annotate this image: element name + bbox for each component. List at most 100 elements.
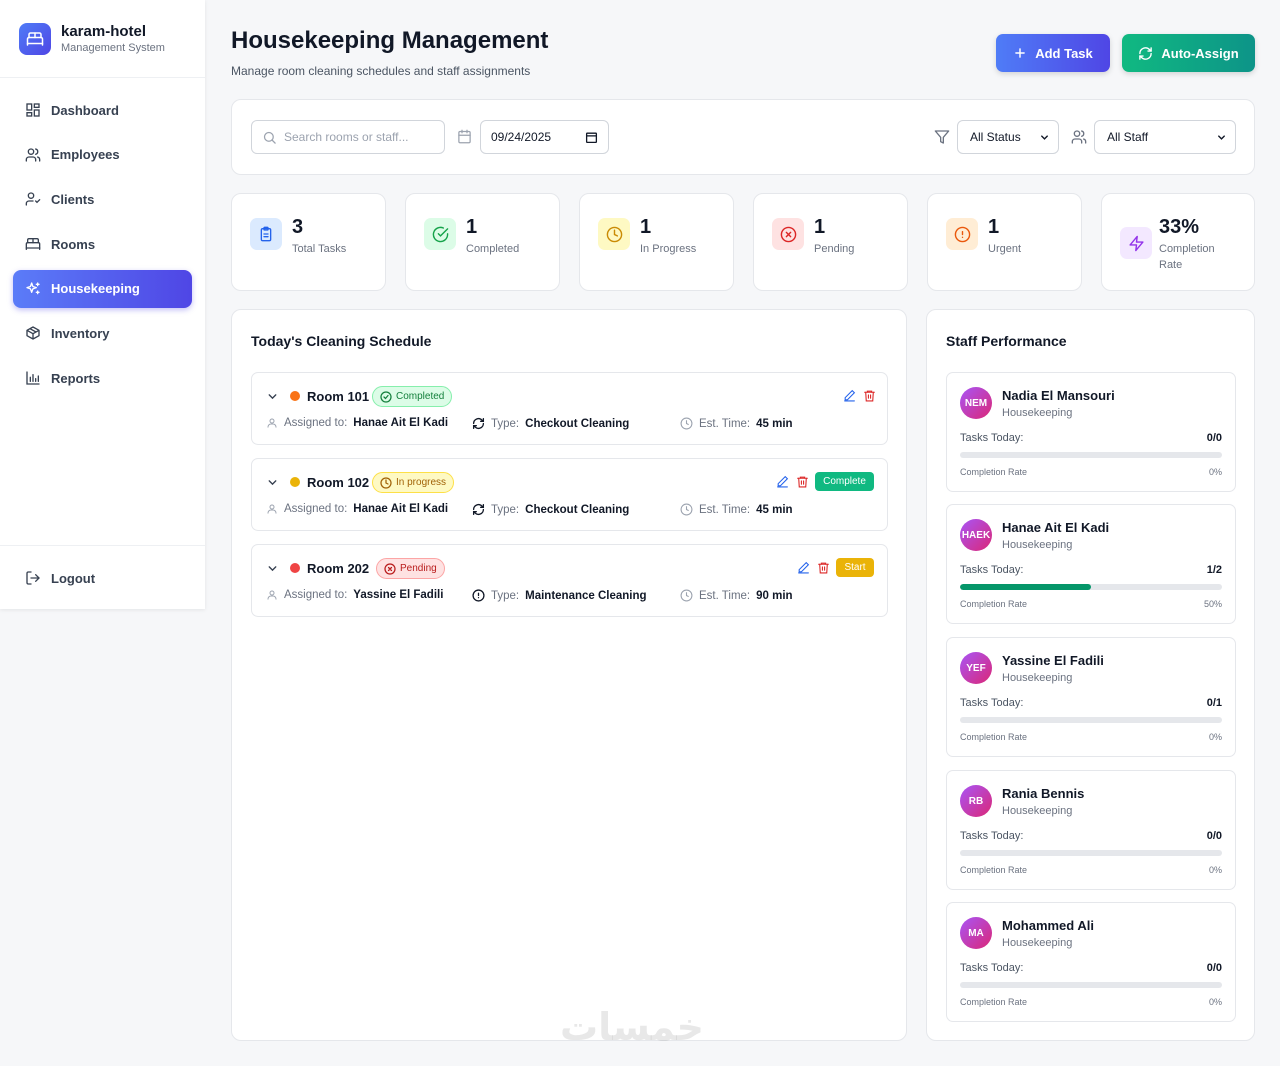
users-icon: [25, 147, 41, 163]
completion-progress-bar: [960, 717, 1222, 723]
task-time: Est. Time: 90 min: [680, 589, 793, 602]
stat-label: Pending: [814, 243, 855, 255]
avatar: HAEK: [960, 519, 992, 551]
avatar: YEF: [960, 652, 992, 684]
nav-item-clients[interactable]: Clients: [13, 180, 192, 218]
search-box: [251, 120, 445, 154]
trash-icon[interactable]: [817, 561, 830, 574]
stat-value: 1: [988, 216, 1000, 238]
page-title: Housekeeping Management: [231, 27, 549, 54]
staff-role: Housekeeping: [1002, 407, 1073, 419]
status-dot: [290, 563, 300, 573]
staff-card: NEM Nadia El Mansouri Housekeeping Tasks…: [946, 372, 1236, 492]
auto-assign-label: Auto-Assign: [1161, 45, 1239, 61]
clipboard-icon: [250, 218, 282, 250]
trash-icon[interactable]: [863, 389, 876, 402]
nav-item-reports[interactable]: Reports: [13, 359, 192, 397]
completion-rate-value: 0%: [1208, 467, 1222, 477]
nav-item-label: Housekeeping: [51, 281, 140, 297]
logout-label: Logout: [51, 570, 96, 586]
stat-value: 1: [814, 216, 826, 238]
tasks-today-value: 0/1: [1206, 697, 1222, 709]
completion-progress-bar: [960, 584, 1222, 590]
time-label: Est. Time:: [699, 503, 751, 516]
brand: karam-hotel Management System: [0, 0, 205, 78]
nav-item-dashboard[interactable]: Dashboard: [13, 91, 192, 129]
type-label: Type:: [491, 503, 520, 516]
nav-item-inventory[interactable]: Inventory: [13, 314, 192, 352]
chevron-down-icon[interactable]: [266, 476, 279, 489]
page-subtitle: Manage room cleaning schedules and staff…: [231, 64, 531, 78]
auto-assign-button[interactable]: Auto-Assign: [1122, 34, 1255, 72]
stat-card-pending: 1 Pending: [753, 193, 908, 291]
complete-button[interactable]: Complete: [815, 472, 874, 491]
refresh-icon: [472, 417, 485, 430]
assigned-label: Assigned to:: [284, 503, 348, 515]
completion-rate-label: Completion Rate: [960, 732, 1028, 742]
date-picker-icon[interactable]: [585, 131, 598, 144]
completion-rate-value: 0%: [1208, 732, 1222, 742]
tasks-today-value: 0/0: [1206, 962, 1222, 974]
search-icon: [262, 130, 277, 145]
chevron-down-icon[interactable]: [266, 390, 279, 403]
stat-label: In Progress: [640, 243, 697, 255]
stat-value: 33%: [1159, 216, 1200, 238]
trash-icon[interactable]: [796, 475, 809, 488]
room-number: Room 102: [307, 475, 370, 490]
chevron-down-icon[interactable]: [266, 562, 279, 575]
status-badge: In progress: [372, 472, 455, 493]
assigned-label: Assigned to:: [284, 589, 348, 601]
date-input[interactable]: 09/24/2025: [480, 120, 609, 154]
start-button[interactable]: Start: [836, 558, 874, 577]
nav-menu: Dashboard Employees Clients Rooms Housek…: [0, 78, 205, 397]
cleaning-schedule-panel: Today's Cleaning Schedule Room 101 Compl…: [231, 309, 907, 1041]
staff-role: Housekeeping: [1002, 805, 1073, 817]
stat-card-total-tasks: 3 Total Tasks: [231, 193, 386, 291]
staff-role: Housekeeping: [1002, 539, 1073, 551]
refresh-icon: [472, 503, 485, 516]
est-time: 45 min: [756, 417, 793, 430]
time-label: Est. Time:: [699, 589, 751, 602]
stat-card-in-progress: 1 In Progress: [579, 193, 734, 291]
tasks-today-value: 1/2: [1206, 564, 1222, 576]
cleaning-type: Checkout Cleaning: [525, 503, 630, 516]
stat-value: 1: [640, 216, 652, 238]
tasks-today-label: Tasks Today:: [960, 564, 1024, 576]
assigned-name: Hanae Ait El Kadi: [353, 417, 449, 429]
staff-role: Housekeeping: [1002, 672, 1073, 684]
task-assigned: Assigned to: Hanae Ait El Kadi: [266, 417, 448, 429]
edit-icon[interactable]: [776, 475, 789, 488]
clock-icon: [680, 589, 693, 602]
nav-item-label: Inventory: [51, 325, 110, 341]
staff-title: Staff Performance: [946, 333, 1067, 349]
staff-name: Hanae Ait El Kadi: [1002, 520, 1110, 535]
tasks-today-label: Tasks Today:: [960, 830, 1024, 842]
status-badge: Completed: [372, 386, 453, 407]
search-input[interactable]: [284, 130, 434, 144]
nav-item-employees[interactable]: Employees: [13, 136, 192, 174]
logout-button[interactable]: Logout: [13, 559, 192, 597]
completion-rate-value: 0%: [1208, 997, 1222, 1007]
tasks-today-label: Tasks Today:: [960, 962, 1024, 974]
edit-icon[interactable]: [843, 389, 856, 402]
date-value: 09/24/2025: [491, 130, 552, 144]
x-circle-icon: [772, 218, 804, 250]
add-task-button[interactable]: Add Task: [996, 34, 1110, 72]
bed-logo-icon: [19, 22, 51, 55]
nav-item-rooms[interactable]: Rooms: [13, 225, 192, 263]
add-task-label: Add Task: [1035, 45, 1093, 61]
status-select[interactable]: All Status: [957, 120, 1059, 154]
nav-item-label: Employees: [51, 147, 120, 163]
staff-card: HAEK Hanae Ait El Kadi Housekeeping Task…: [946, 504, 1236, 624]
nav-item-housekeeping[interactable]: Housekeeping: [13, 269, 192, 308]
status-select-value: All Status: [970, 130, 1021, 144]
stat-label: Completed: [466, 243, 520, 255]
staff-select[interactable]: All Staff: [1094, 120, 1236, 154]
edit-icon[interactable]: [797, 561, 810, 574]
avatar: NEM: [960, 387, 992, 419]
task-card: Room 101 Completed Assigned to: Hanae Ait…: [251, 372, 888, 445]
user-icon: [266, 417, 278, 429]
progress-fill: [960, 584, 1091, 590]
nav-item-label: Reports: [51, 370, 101, 386]
sidebar: karam-hotel Management System Dashboard …: [0, 0, 205, 609]
